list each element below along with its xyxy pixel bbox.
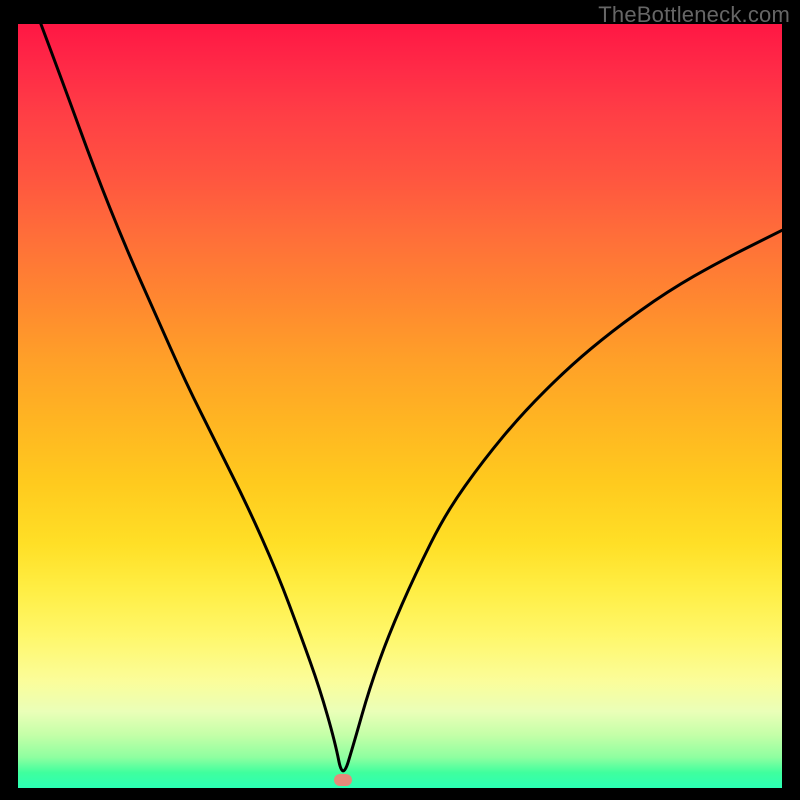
bottleneck-curve-svg <box>18 24 782 788</box>
chart-frame <box>18 24 782 788</box>
curve-minimum-marker <box>334 774 352 786</box>
bottleneck-curve <box>41 24 782 771</box>
